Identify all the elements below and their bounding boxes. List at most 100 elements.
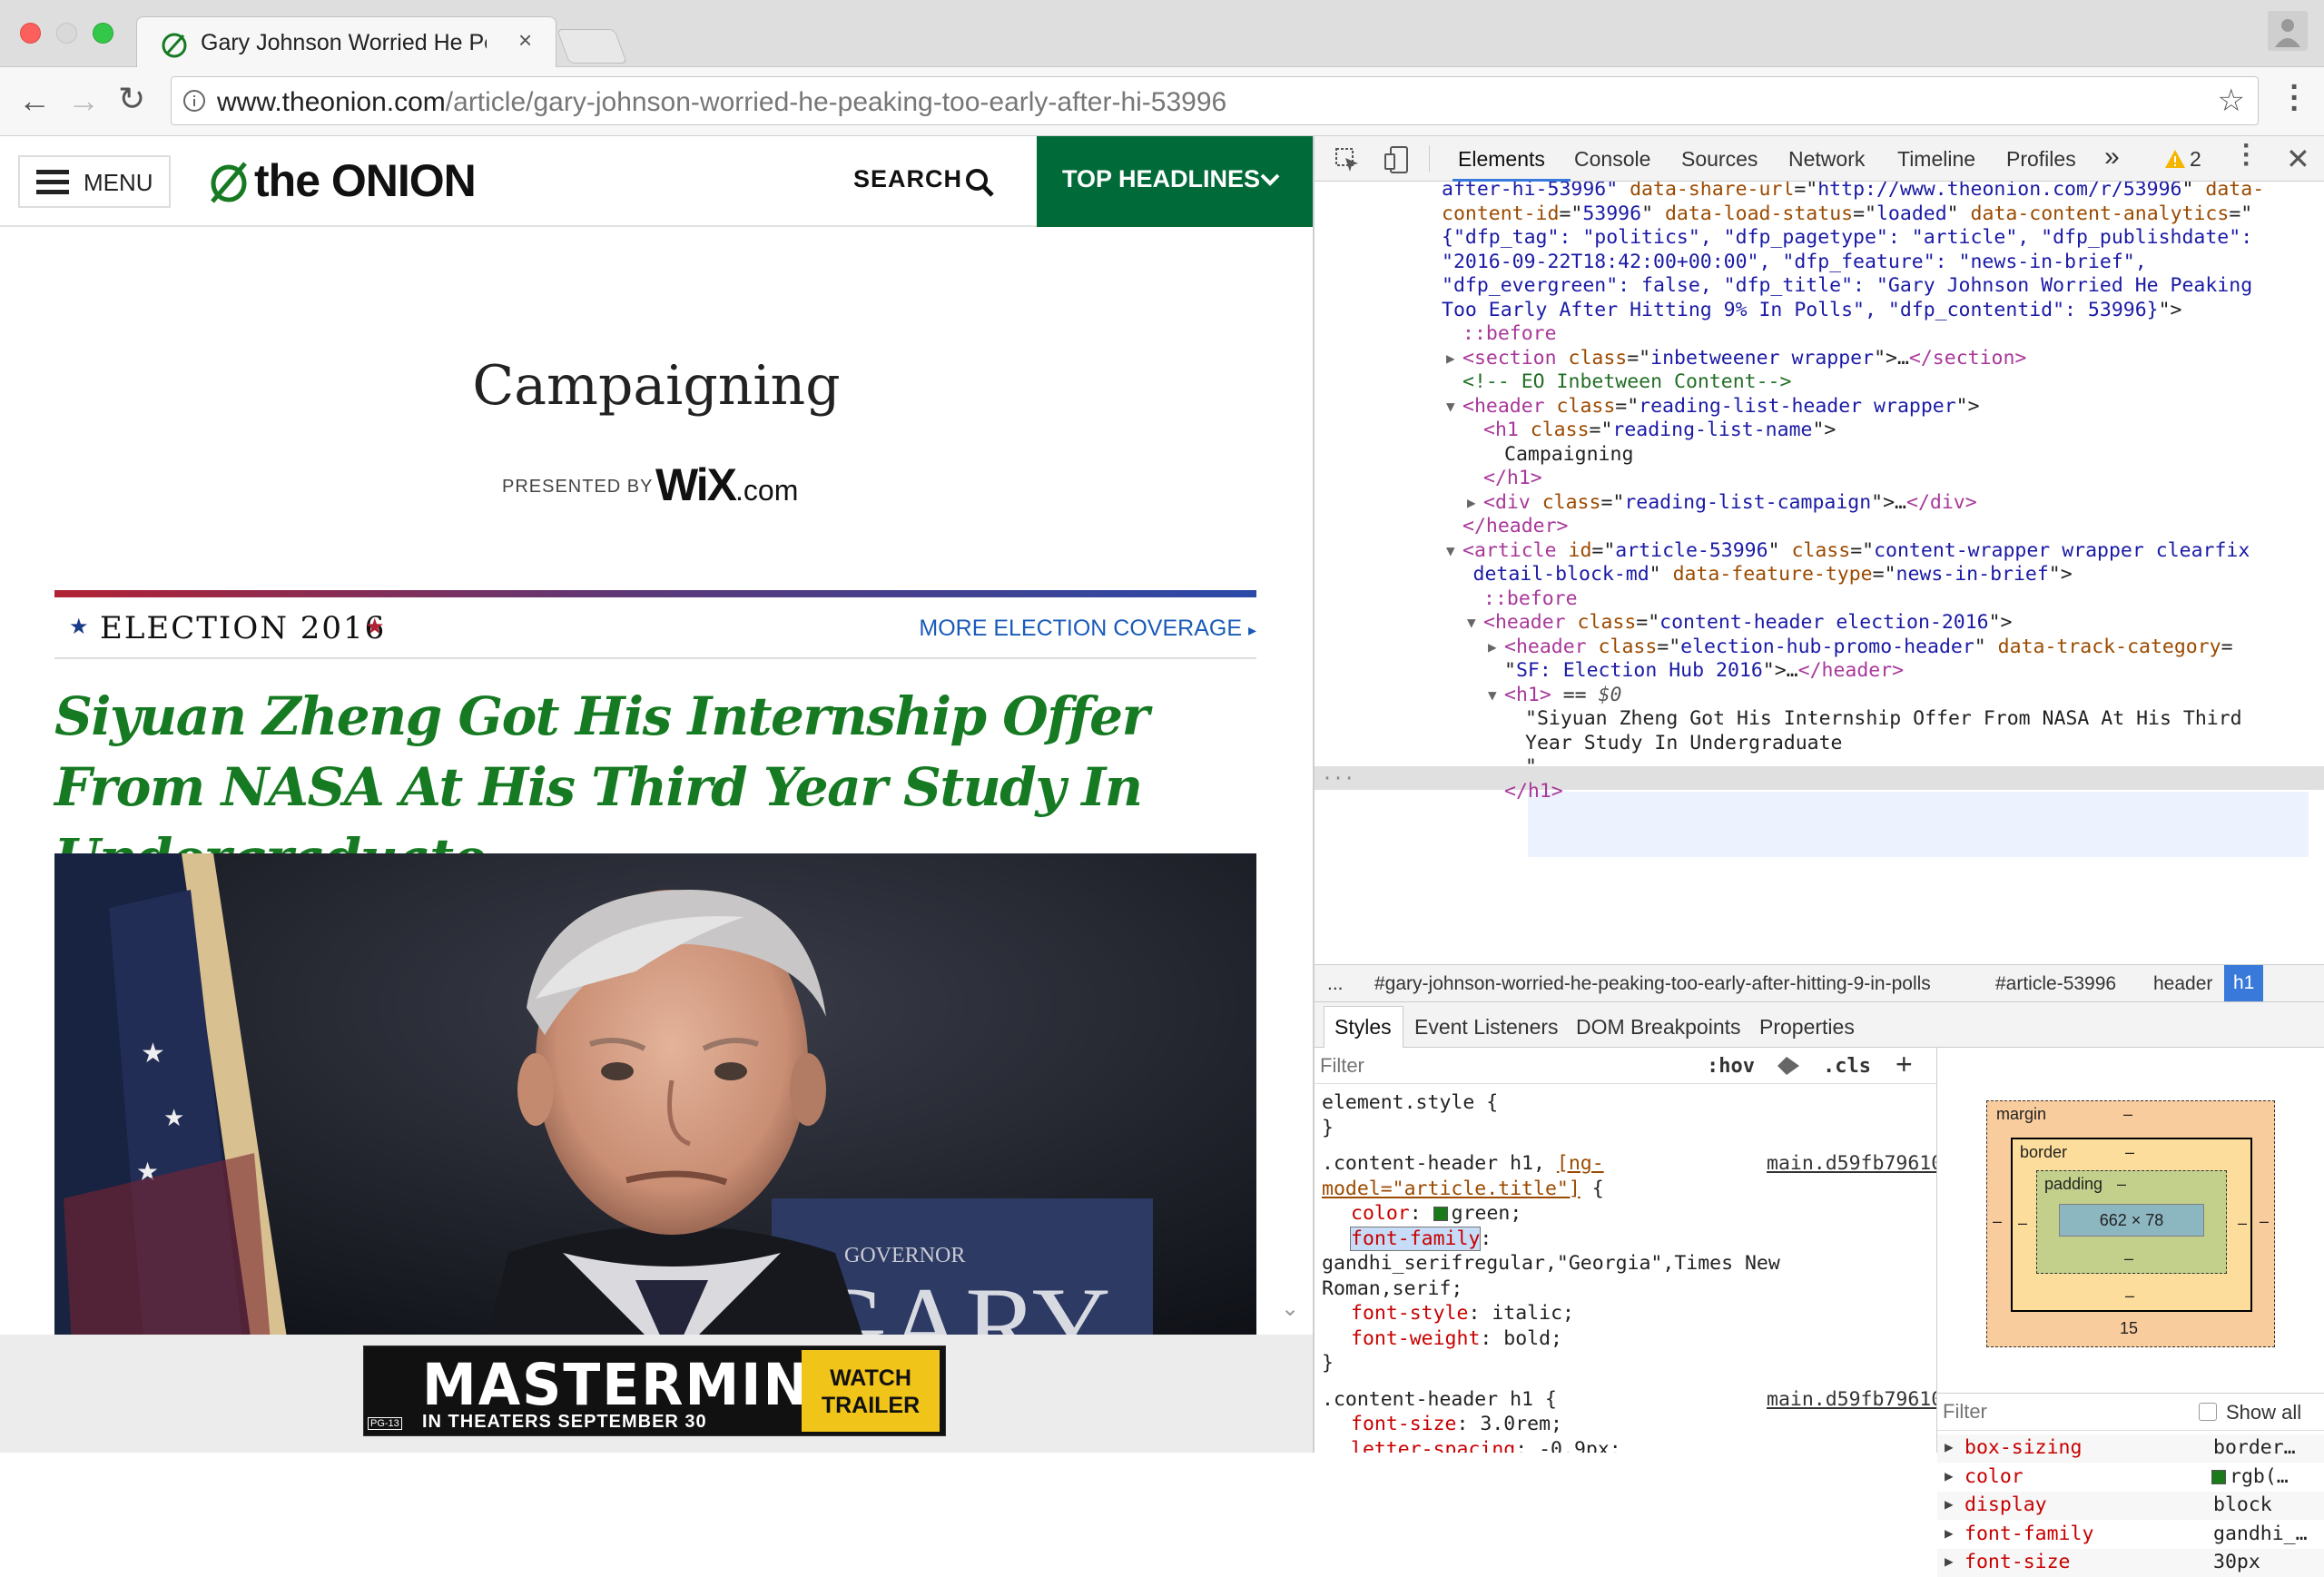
css-property-name[interactable]: font-weight [1351,1327,1480,1350]
box-model-margin[interactable]: margin – – – 15 border – – – – padding –… [1986,1100,2275,1347]
dom-node-line[interactable]: "2016-09-22T18:42:00+00:00", "dfp_featur… [1442,251,2147,275]
breadcrumb-item-page-id[interactable]: #gary-johnson-worried-he-peaking-too-ear… [1374,973,1931,995]
expand-arrow-closed-icon[interactable]: ▶ [1945,1495,1954,1513]
css-property-value[interactable]: bold; [1503,1327,1562,1350]
expand-arrow-open-icon[interactable]: ▼ [1446,395,1455,419]
computed-property-row[interactable]: ▶ display block [1937,1492,2324,1520]
expand-arrow-closed-icon[interactable]: ▶ [1467,491,1476,516]
css-property-value[interactable]: green; [1452,1202,1522,1225]
expand-arrow-closed-icon[interactable]: ▶ [1945,1467,1954,1484]
warning-count[interactable]: 2 [2190,147,2201,172]
more-tabs-button[interactable]: » [2104,142,2120,172]
css-rule-line[interactable]: } [1322,1352,1334,1375]
reload-icon[interactable]: ↻ [118,80,145,118]
css-rule-line[interactable]: Roman,serif; [1322,1277,1462,1300]
computed-property-row[interactable]: ▶ font-size 30px [1937,1549,2324,1577]
css-declaration[interactable]: letter-spacing: -0.9px; [1351,1438,1621,1454]
dom-node-line[interactable]: {"dfp_tag": "politics", "dfp_pagetype": … [1442,226,2252,251]
hover-state-toggle[interactable]: :hov [1707,1055,1755,1078]
dom-node-line[interactable]: ▶ <section class="inbetweener wrapper">…<… [1446,347,2026,371]
add-rule-icon[interactable]: + [1896,1048,1913,1081]
dom-node-line[interactable]: content-id="53996" data-load-status="loa… [1442,202,2252,227]
tab-styles[interactable]: Styles [1334,1015,1392,1040]
dom-node-line[interactable]: <h1 class="reading-list-name"> [1483,419,1836,443]
dom-node-line[interactable]: "SF: Election Hub 2016">…</header> [1504,659,1904,684]
close-tab-icon[interactable]: × [518,26,532,54]
color-swatch-icon[interactable] [1433,1207,1448,1221]
computed-property-row[interactable]: ▶ box-sizing border… [1937,1434,2324,1463]
dom-node-line[interactable]: ▼ <header class="reading-list-header wrap… [1446,395,1980,419]
dom-node-line[interactable]: detail-block-md" data-feature-type="news… [1473,563,2073,587]
dom-node-line[interactable]: after-hi-53996" data-share-url="http://w… [1442,182,2264,202]
minimize-window-button[interactable] [56,23,77,44]
css-rule-line[interactable]: gandhi_serifregular,"Georgia",Times New [1322,1252,1780,1275]
tab-sources[interactable]: Sources [1681,147,1758,172]
expand-arrow-closed-icon[interactable]: ▶ [1488,636,1497,660]
bookmark-star-icon[interactable]: ☆ [2218,83,2245,119]
warning-icon[interactable] [2164,149,2186,169]
css-property-name[interactable]: font-size [1351,1413,1457,1435]
dom-node-line[interactable]: <!-- EO Inbetween Content--> [1462,370,1791,395]
dom-node-line[interactable]: ::before [1483,587,1578,612]
dom-node-line[interactable]: Year Study In Undergraduate [1525,732,1843,756]
dom-node-line[interactable]: ::before [1462,322,1557,347]
address-bar[interactable]: www.theonion.com/article/gary-johnson-wo… [171,76,2259,125]
device-mode-icon[interactable] [1384,145,1411,174]
search-icon[interactable] [964,167,995,198]
stylesheet-source-link[interactable]: main.d59fb79610dc.css:4 [1767,1152,1936,1175]
computed-property-row[interactable]: ▶ font-family gandhi_… [1937,1520,2324,1549]
dom-node-line[interactable]: </header> [1462,515,1569,539]
zoom-window-button[interactable] [93,23,113,44]
stylesheet-source-link[interactable]: main.d59fb79610dc.css:4 [1767,1388,1936,1411]
top-headlines-button[interactable]: TOP HEADLINES [1037,136,1313,227]
wix-sponsor-logo[interactable]: WiX.com [655,458,798,511]
search-label[interactable]: SEARCH [853,165,962,193]
tab-timeline[interactable]: Timeline [1897,147,1975,172]
css-declaration[interactable]: font-weight: bold; [1351,1327,1562,1350]
color-swatch-icon[interactable] [2211,1469,2226,1484]
box-model-content[interactable]: 662 × 78 [2059,1204,2204,1237]
class-toggle[interactable]: .cls [1823,1055,1871,1078]
css-declaration[interactable]: color: green; [1351,1202,1521,1225]
close-window-button[interactable] [20,23,41,44]
breadcrumb-ellipsis[interactable]: ... [1327,973,1344,995]
css-declaration[interactable]: font-family: [1349,1226,1503,1251]
close-devtools-icon[interactable]: ✕ [2286,142,2310,176]
dom-node-line[interactable]: " [1525,755,1537,780]
dom-node-line[interactable]: Too Early After Hitting 9% In Polls", "d… [1442,299,2181,323]
dom-node-line[interactable]: </h1> [1483,467,1542,491]
tab-event-listeners[interactable]: Event Listeners [1414,1015,1559,1040]
css-property-name[interactable]: color [1351,1202,1410,1225]
expand-arrow-open-icon[interactable]: ▼ [1467,611,1476,636]
tab-console[interactable]: Console [1574,147,1650,172]
dom-node-line[interactable]: ▼ <article id="article-53996" class="cont… [1446,539,2250,564]
css-property-name[interactable]: font-family [1349,1226,1482,1251]
dom-node-line[interactable]: "Siyuan Zheng Got His Internship Offer F… [1525,707,2242,732]
expand-arrow-closed-icon[interactable]: ▶ [1945,1524,1954,1542]
new-tab-button[interactable] [556,29,627,64]
css-rule-line[interactable]: .content-header h1, [ng-main.d59fb79610d… [1322,1152,1936,1175]
dom-node-line[interactable]: "dfp_evergreen": false, "dfp_title": "Ga… [1442,274,2252,299]
breadcrumb-item-article[interactable]: #article-53996 [1995,973,2116,995]
dom-node-line[interactable]: ▶ <header class="election-hub-promo-heade… [1488,636,2233,660]
expand-arrow-closed-icon[interactable]: ▶ [1446,347,1455,371]
scroll-down-chevron-icon[interactable]: ⌄ [1267,1283,1313,1335]
devtools-menu-icon[interactable]: · · · [2240,133,2253,178]
css-property-value[interactable]: -0.9px; [1539,1438,1621,1454]
paint-icon[interactable] [1776,1055,1801,1077]
styles-filter-input[interactable] [1320,1053,1683,1079]
css-declaration[interactable]: font-style: italic; [1351,1302,1574,1325]
css-property-name[interactable]: letter-spacing [1351,1438,1515,1454]
dom-tree[interactable]: ··· after-hi-53996" data-share-url="http… [1315,182,2324,964]
masterminds-ad[interactable]: MASTERMINDS IN THEATERS SEPTEMBER 30 PG-… [363,1345,946,1436]
css-rule-line[interactable]: .content-header h1 {main.d59fb79610dc.cs… [1322,1388,1936,1411]
dom-node-line[interactable]: Campaigning [1504,443,1633,468]
browser-tab-active[interactable]: Gary Johnson Worried He Peak × [136,16,556,68]
more-election-coverage-link[interactable]: MORE ELECTION COVERAGE ▸ [919,616,1256,642]
dom-node-line[interactable]: </h1> [1504,780,1563,804]
back-icon[interactable]: ← [18,82,51,120]
tab-elements[interactable]: Elements [1458,147,1545,172]
box-model-border[interactable]: border – – – – padding – – 662 × 78 [2011,1138,2252,1312]
inspect-element-icon[interactable] [1334,147,1360,172]
css-selector-link[interactable]: model="article.title"] [1322,1178,1581,1200]
